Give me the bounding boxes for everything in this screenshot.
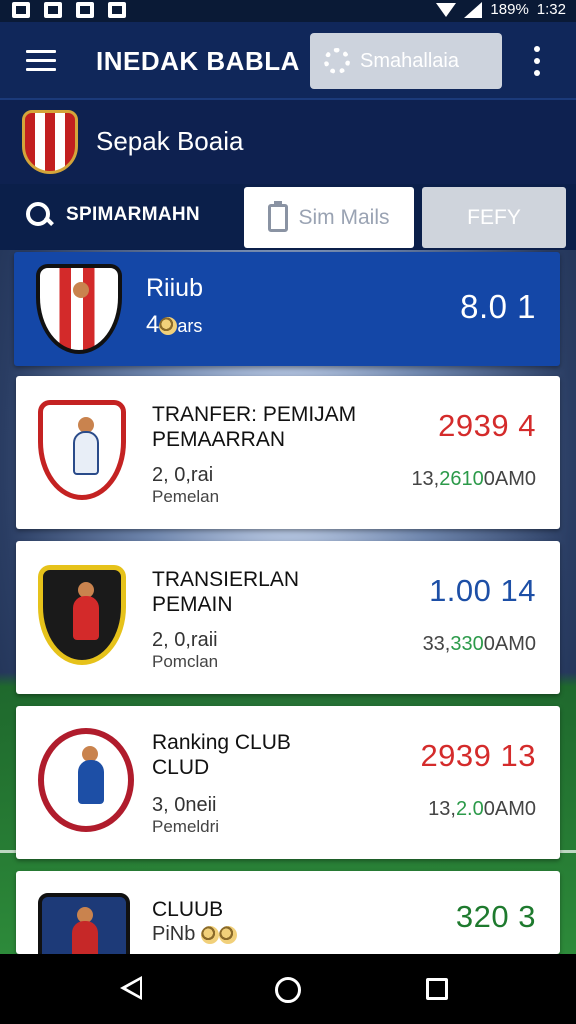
- card-sub-line1: 2, 0,rai: [152, 464, 214, 486]
- card-title: TRANSIERLAN PEMAIN: [152, 567, 299, 617]
- search-icon: [26, 202, 52, 228]
- card-meta: 13,2.00AM0: [428, 798, 536, 821]
- club-crest: [36, 264, 122, 354]
- list-item[interactable]: CLUUB PiNb 320 3: [16, 871, 560, 963]
- wifi-icon: [436, 2, 457, 17]
- league-header: Sepak Boaia: [0, 100, 576, 184]
- card-meta: 33,3300AM0: [423, 633, 536, 656]
- league-name: Sepak Boaia: [96, 126, 244, 156]
- card-sub-line1: 2, 0,raii: [152, 629, 218, 651]
- search-tab[interactable]: SPIMARMAHN: [26, 202, 200, 228]
- meta-suffix: 0AM0: [483, 798, 536, 820]
- notification-icon: [108, 2, 126, 18]
- card-score: 2939 4: [438, 408, 536, 443]
- primary-filter-label: Sim Mails: [298, 205, 390, 229]
- card-title-line2: PEMAIN: [152, 593, 233, 616]
- battery-level: 189%: [490, 1, 529, 18]
- card-score: 1.00 14: [429, 573, 536, 608]
- card-sub: PiNb: [152, 923, 237, 945]
- list-item[interactable]: TRANSIERLAN PEMAIN 2, 0,raii Pomclan 1.0…: [16, 541, 560, 694]
- meta-suffix: 0AM0: [483, 468, 536, 490]
- card-sub-line2: Pemelan: [152, 487, 220, 506]
- meta-highlight: 2.0: [455, 798, 484, 820]
- card-title: Ranking CLUB CLUD: [152, 730, 291, 780]
- football-icon: [159, 316, 178, 335]
- card-sub-line1: 3, 0neii: [152, 794, 217, 816]
- primary-filter-button[interactable]: Sim Mails: [244, 187, 414, 248]
- meta-highlight: 2610: [439, 468, 484, 490]
- card-sub-line2: Pomclan: [152, 652, 219, 671]
- system-navigation-bar: [0, 954, 576, 1024]
- list-item[interactable]: Ranking CLUB CLUD 3, 0neii Pemeldri 2939…: [16, 706, 560, 859]
- club-crest: [38, 728, 134, 832]
- filter-row: SPIMARMAHN Sim Mails FEFY: [0, 184, 576, 250]
- home-icon[interactable]: [275, 977, 301, 1003]
- card-title-line1: TRANSIERLAN: [152, 568, 300, 591]
- clock: 1:32: [536, 1, 566, 18]
- card-sub: 2, 0,raii Pomclan: [152, 629, 218, 673]
- clipboard-icon: [268, 200, 289, 232]
- card-sub: 2, 0,rai Pemelan: [152, 464, 219, 508]
- card-title-line2: PEMAARRAN: [152, 428, 286, 451]
- secondary-filter-label: FEFY: [467, 205, 521, 229]
- card-score: 320 3: [455, 899, 536, 934]
- search-placeholder: Smahallaia: [360, 49, 459, 72]
- status-bar: 189% 1:32: [0, 0, 576, 22]
- football-icon: [200, 925, 219, 944]
- app-bar: INEDAK BABLA Smahallaia: [0, 22, 576, 100]
- featured-sub-small: ars: [177, 316, 203, 336]
- meta-highlight: 330: [450, 633, 484, 655]
- meta-prefix: 13,: [428, 798, 456, 820]
- search-input[interactable]: Smahallaia: [310, 33, 502, 89]
- list-item[interactable]: TRANFER: PEMIJAM PEMAARRAN 2, 0,rai Peme…: [16, 376, 560, 529]
- card-title: TRANFER: PEMIJAM PEMAARRAN: [152, 402, 356, 452]
- card-title-line1: TRANFER: PEMIJAM: [152, 403, 357, 426]
- notification-icon: [12, 2, 30, 18]
- app-title: INEDAK BABLA: [96, 46, 300, 76]
- card-title-line1: Ranking CLUB: [152, 731, 291, 754]
- gear-icon: [324, 48, 350, 74]
- card-score: 2939 13: [420, 738, 536, 773]
- signal-icon: [464, 1, 483, 18]
- meta-prefix: 13,: [411, 468, 440, 490]
- card-title: CLUUB: [152, 898, 224, 921]
- card-sub-line2: Pemeldri: [152, 817, 220, 836]
- club-crest: [38, 400, 126, 500]
- card-sub: 3, 0neii Pemeldri: [152, 794, 219, 838]
- notification-icon: [76, 2, 94, 18]
- featured-title: Riiub: [146, 274, 203, 302]
- meta-suffix: 0AM0: [483, 633, 536, 655]
- card-sub-line1: PiNb: [152, 923, 196, 945]
- secondary-filter-button[interactable]: FEFY: [422, 187, 566, 248]
- featured-club-card[interactable]: Riiub 4 ars 8.0 1: [14, 252, 560, 366]
- featured-score: 8.0 1: [460, 288, 536, 325]
- recent-apps-icon[interactable]: [426, 978, 448, 1000]
- back-icon[interactable]: [120, 976, 142, 1000]
- card-title-line2: CLUD: [152, 756, 210, 779]
- meta-prefix: 33,: [422, 633, 451, 655]
- football-icon: [218, 925, 237, 944]
- club-crest: [38, 565, 126, 665]
- featured-sub-number: 4: [146, 311, 160, 338]
- notification-icon: [44, 2, 62, 18]
- hamburger-icon[interactable]: [26, 50, 56, 72]
- club-crest: [38, 893, 130, 963]
- featured-sub: 4 ars: [146, 311, 203, 338]
- league-logo: [22, 110, 78, 174]
- search-tab-label: SPIMARMAHN: [66, 204, 200, 225]
- more-vert-icon[interactable]: [534, 46, 544, 80]
- card-meta: 13,26100AM0: [411, 468, 536, 491]
